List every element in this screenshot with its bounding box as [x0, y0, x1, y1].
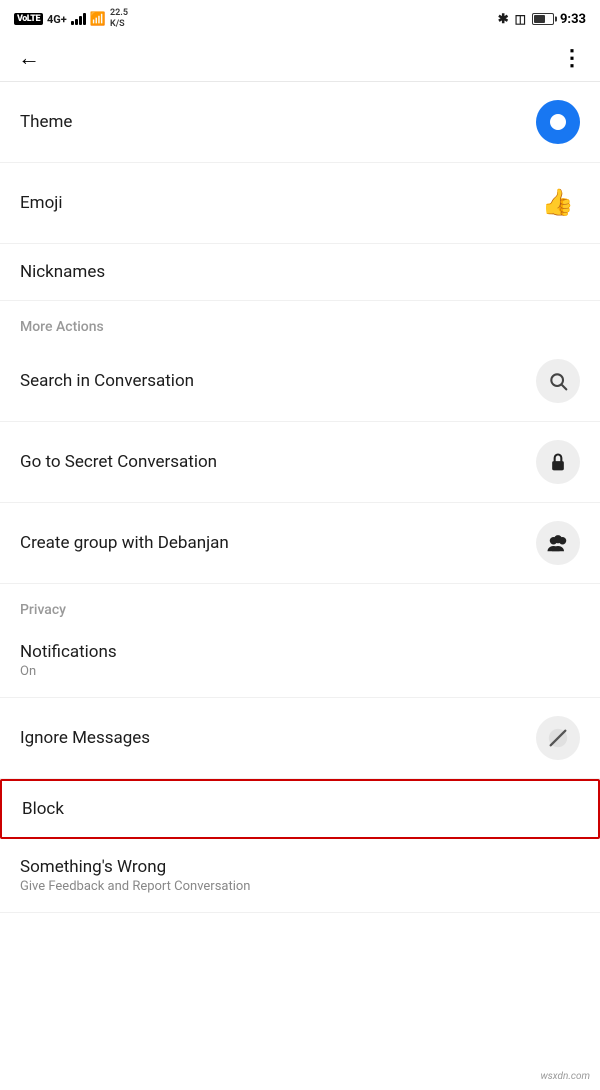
status-right: ✱ ◫ 9:33 — [498, 12, 586, 27]
back-button[interactable]: ← — [18, 48, 40, 70]
nicknames-item[interactable]: Nicknames — [0, 244, 600, 301]
block-item[interactable]: Block — [0, 779, 600, 839]
group-icon — [536, 521, 580, 565]
search-icon — [536, 359, 580, 403]
create-group-item[interactable]: Create group with Debanjan — [0, 503, 600, 584]
phone-icon: ◫ — [515, 12, 526, 26]
battery-fill — [534, 15, 545, 23]
more-options-button[interactable]: ⋮ — [561, 46, 582, 71]
time-display: 9:33 — [560, 12, 586, 27]
notifications-status: On — [20, 664, 117, 679]
nav-bar: ← ⋮ — [0, 36, 600, 82]
theme-label: Theme — [20, 112, 72, 132]
emoji-icon: 👍 — [536, 181, 580, 225]
theme-item[interactable]: Theme — [0, 82, 600, 163]
theme-icon — [536, 100, 580, 144]
search-item[interactable]: Search in Conversation — [0, 341, 600, 422]
notifications-label: Notifications — [20, 642, 117, 662]
emoji-label: Emoji — [20, 193, 62, 213]
settings-list: Theme Emoji 👍 Nicknames More Actions Sea… — [0, 82, 600, 913]
something-wrong-subtitle: Give Feedback and Report Conversation — [20, 879, 251, 894]
secret-conversation-item[interactable]: Go to Secret Conversation — [0, 422, 600, 503]
signal-bars — [71, 13, 86, 25]
bluetooth-icon: ✱ — [498, 12, 509, 27]
theme-icon-inner — [550, 114, 566, 130]
notifications-left: Notifications On — [20, 642, 117, 679]
create-group-label: Create group with Debanjan — [20, 533, 229, 553]
battery-box — [532, 13, 554, 25]
watermark: wsxdn.com — [540, 1071, 590, 1082]
lock-icon — [536, 440, 580, 484]
notifications-item[interactable]: Notifications On — [0, 624, 600, 698]
more-actions-header: More Actions — [0, 301, 600, 341]
emoji-item[interactable]: Emoji 👍 — [0, 163, 600, 244]
ignore-messages-item[interactable]: Ignore Messages — [0, 698, 600, 779]
privacy-header: Privacy — [0, 584, 600, 624]
search-label: Search in Conversation — [20, 371, 194, 391]
nicknames-label: Nicknames — [20, 262, 105, 282]
something-wrong-item[interactable]: Something's Wrong Give Feedback and Repo… — [0, 839, 600, 913]
something-wrong-label: Something's Wrong — [20, 857, 251, 877]
ignore-label: Ignore Messages — [20, 728, 150, 748]
something-wrong-left: Something's Wrong Give Feedback and Repo… — [20, 857, 251, 894]
mute-icon — [536, 716, 580, 760]
wifi-icon: 📶 — [90, 12, 106, 27]
secret-label: Go to Secret Conversation — [20, 452, 217, 472]
battery-container — [532, 13, 554, 25]
thumbs-up-icon: 👍 — [542, 188, 574, 218]
speed-text: 22.5K/S — [110, 8, 128, 30]
signal-strength: 4G+ — [47, 13, 67, 26]
block-label: Block — [22, 799, 64, 819]
status-left: VoLTE 4G+ 📶 22.5K/S — [14, 8, 128, 30]
volte-badge: VoLTE — [14, 13, 43, 25]
status-bar: VoLTE 4G+ 📶 22.5K/S ✱ ◫ 9:33 — [0, 0, 600, 36]
